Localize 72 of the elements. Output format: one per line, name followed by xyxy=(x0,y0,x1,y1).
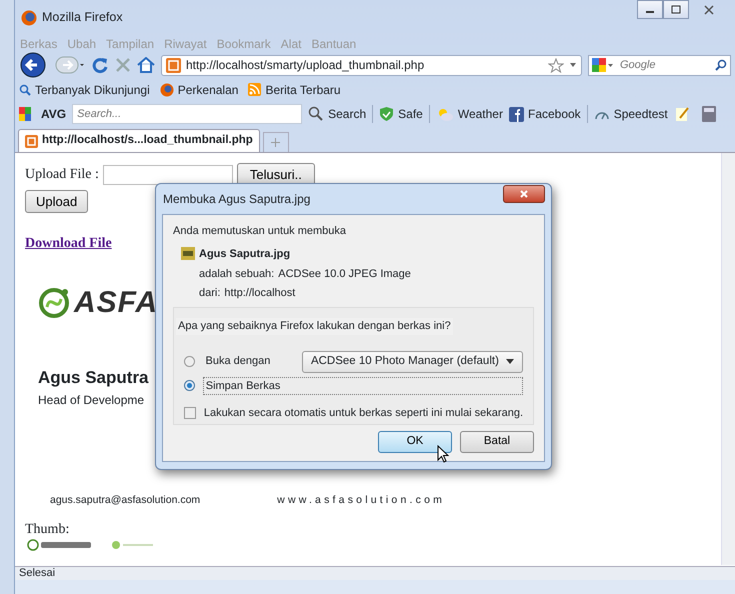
toolbar-button[interactable]: Facebook xyxy=(508,105,581,123)
toolbar-button[interactable]: Weather xyxy=(436,105,503,123)
bookmark-link[interactable]: Perkenalan xyxy=(160,80,238,98)
plus-icon xyxy=(271,138,280,147)
avg-button[interactable]: AVG xyxy=(19,105,66,123)
star-icon[interactable] xyxy=(548,58,564,72)
site-icon xyxy=(25,134,38,148)
download-link[interactable]: Download File xyxy=(25,236,112,251)
web-search-field[interactable]: Google xyxy=(588,54,731,76)
reload-icon[interactable] xyxy=(91,56,109,74)
firefox-icon xyxy=(160,82,174,96)
close-button[interactable] xyxy=(503,185,545,203)
logo-icon xyxy=(38,286,70,318)
ok-button[interactable]: OK xyxy=(378,431,452,453)
file-input-field[interactable] xyxy=(102,164,233,185)
toolbar-button[interactable]: Search xyxy=(308,105,366,123)
close-icon xyxy=(704,4,714,15)
card-job-title: Head of Developme xyxy=(38,392,146,408)
bookmark-link[interactable]: Terbanyak Dikunjungi xyxy=(19,80,150,98)
intro-text: Anda memutuskan untuk membuka xyxy=(173,224,348,239)
cancel-button[interactable]: Batal xyxy=(460,431,534,453)
search-icon[interactable] xyxy=(715,59,727,71)
upload-button[interactable]: Upload xyxy=(25,190,88,213)
radio-button[interactable] xyxy=(184,356,195,367)
file-name: Agus Saputra.jpg xyxy=(199,246,290,262)
site-icon xyxy=(166,58,181,72)
checkbox[interactable] xyxy=(184,407,196,420)
app-dropdown[interactable]: ACDSee 10 Photo Manager (default) xyxy=(302,350,524,372)
search-icon xyxy=(19,84,31,96)
close-icon xyxy=(519,189,529,200)
browser-tab[interactable]: http://localhost/s...load_thumbnail.php xyxy=(18,129,260,152)
card-name: Agus Saputra xyxy=(38,367,150,389)
home-icon[interactable] xyxy=(137,57,155,73)
minimize-button[interactable] xyxy=(637,0,663,19)
firefox-icon xyxy=(21,10,37,26)
question-text: Apa yang sebaiknya Firefox lakukan dengan berkas ini? xyxy=(176,318,453,334)
type-value: ACDSee 10.0 JPEG Image xyxy=(278,267,411,282)
type-label: adalah sebuah: xyxy=(199,267,274,282)
dialog-title: Membuka Agus Saputra.jpg xyxy=(163,191,310,208)
mouse-cursor-icon xyxy=(437,445,450,464)
search-icon xyxy=(308,106,324,122)
shield-icon xyxy=(379,106,394,122)
search-input[interactable]: Google xyxy=(618,56,698,74)
radio-button[interactable] xyxy=(184,380,195,392)
window-title: Mozilla Firefox xyxy=(42,9,123,26)
card-website: www.asfasolution.com xyxy=(277,492,446,508)
radio-label[interactable]: Buka dengan xyxy=(202,353,294,370)
toolbar-button[interactable]: Safe xyxy=(379,105,423,123)
toolbar-button[interactable]: Speedtest xyxy=(594,105,668,123)
jpeg-file-icon xyxy=(181,247,195,260)
avg-search-field[interactable]: Search... xyxy=(72,104,302,124)
logo-text: ASFA xyxy=(74,285,158,321)
maximize-button[interactable] xyxy=(663,0,689,19)
forward-button[interactable] xyxy=(55,55,85,75)
dropdown-icon xyxy=(506,359,514,364)
from-label: dari: xyxy=(199,286,220,300)
maximize-icon xyxy=(671,5,681,14)
address-bar[interactable]: http://localhost/smarty/upload_thumbnail.php xyxy=(161,54,582,76)
from-value: http://localhost xyxy=(224,286,296,300)
rss-icon xyxy=(248,83,262,96)
radio-label[interactable]: Simpan Berkas xyxy=(202,376,523,395)
upload-label: Upload File : xyxy=(25,166,99,184)
thumb-label: Thumb: xyxy=(25,522,70,538)
google-icon xyxy=(592,58,614,72)
checkbox-label[interactable]: Lakukan secara otomatis untuk berkas seperti ini mulai sekarang. xyxy=(204,405,523,422)
status-text: Selesai xyxy=(15,566,735,580)
facebook-icon xyxy=(508,106,524,122)
dropdown-icon[interactable] xyxy=(569,62,577,68)
card-email: agus.saputra@asfasolution.com xyxy=(50,492,200,508)
notepad-icon[interactable] xyxy=(674,106,690,122)
calculator-icon[interactable] xyxy=(702,106,716,122)
bookmark-link[interactable]: Berita Terbaru xyxy=(248,80,341,98)
